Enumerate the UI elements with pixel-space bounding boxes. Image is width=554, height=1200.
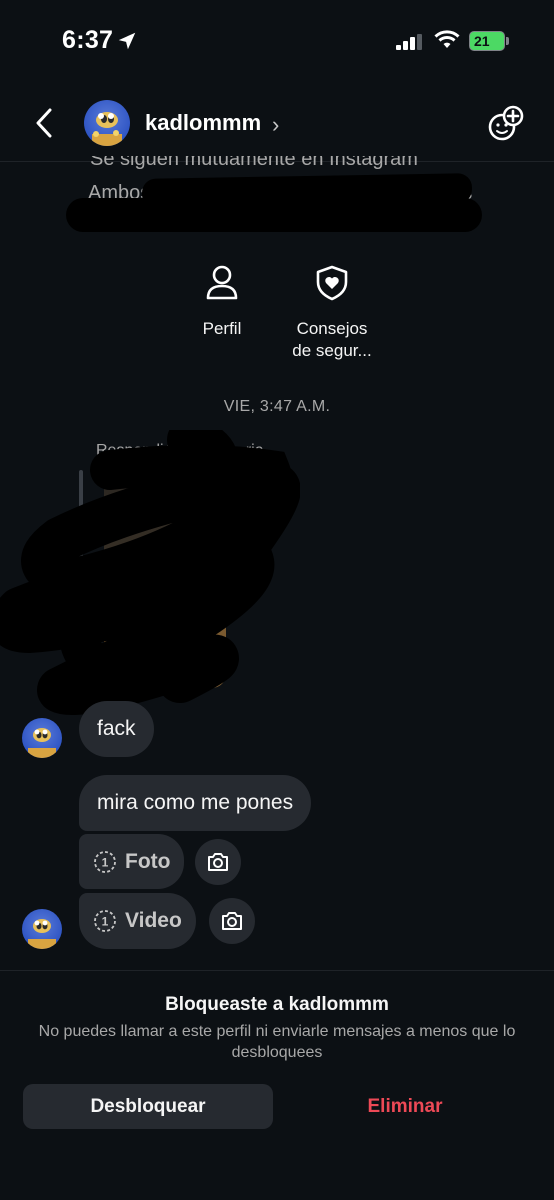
media-label: Video <box>125 909 182 932</box>
camera-icon <box>208 853 228 871</box>
status-time: 6:37 <box>62 26 114 54</box>
location-arrow-icon <box>118 32 136 50</box>
avatar[interactable] <box>22 718 62 758</box>
message-text: mira como me pones <box>97 791 294 814</box>
message-bubble[interactable]: mira como me pones <box>79 775 312 831</box>
chevron-right-icon[interactable]: › <box>272 112 279 138</box>
status-bar: 6:37 21 <box>0 0 554 84</box>
svg-text:1: 1 <box>102 855 109 869</box>
header-username[interactable]: kadlommm <box>145 110 261 136</box>
message-bubble[interactable]: fack <box>79 701 154 757</box>
view-once-photo-bubble[interactable]: 1 Foto <box>79 834 185 889</box>
message-timestamp: VIE, 3:47 A.M. <box>223 398 331 415</box>
camera-icon <box>222 912 242 930</box>
media-label: Foto <box>125 849 171 873</box>
svg-text:1: 1 <box>102 915 109 929</box>
camera-button[interactable] <box>209 898 255 944</box>
view-once-icon: 1 <box>94 850 116 873</box>
battery-level: 21 <box>474 33 490 49</box>
battery-icon: 21 <box>469 31 509 51</box>
add-people-icon[interactable] <box>486 104 526 144</box>
chevron-left-icon[interactable] <box>30 106 60 140</box>
profile-button[interactable]: Perfil <box>192 264 252 340</box>
delete-button[interactable]: Eliminar <box>280 1084 530 1129</box>
message-text: fack <box>97 717 136 740</box>
blocked-description: No puedes llamar a este perfil ni enviar… <box>38 1023 516 1061</box>
safety-tips-button[interactable]: Consejos de segur... <box>282 264 382 362</box>
unblock-button[interactable]: Desbloquear <box>23 1084 273 1129</box>
redaction-scribble <box>66 198 482 232</box>
shield-heart-icon <box>316 265 348 301</box>
blocked-title: Bloqueaste a kadlommm <box>165 994 389 1015</box>
view-once-video-bubble[interactable]: 1 Video <box>79 893 196 949</box>
safety-tips-label-2: de segur... <box>292 341 372 360</box>
safety-tips-label-1: Consejos <box>296 319 368 338</box>
person-icon <box>206 265 238 300</box>
redaction-scribble <box>0 430 300 715</box>
footer-divider <box>0 970 554 971</box>
view-once-icon: 1 <box>94 910 116 932</box>
cellular-signal-icon <box>396 34 422 50</box>
camera-button[interactable] <box>195 839 241 885</box>
avatar[interactable] <box>84 100 130 146</box>
wifi-icon <box>434 30 460 48</box>
profile-button-label: Perfil <box>202 319 242 338</box>
avatar[interactable] <box>22 909 62 949</box>
chat-header: kadlommm › <box>0 84 554 162</box>
